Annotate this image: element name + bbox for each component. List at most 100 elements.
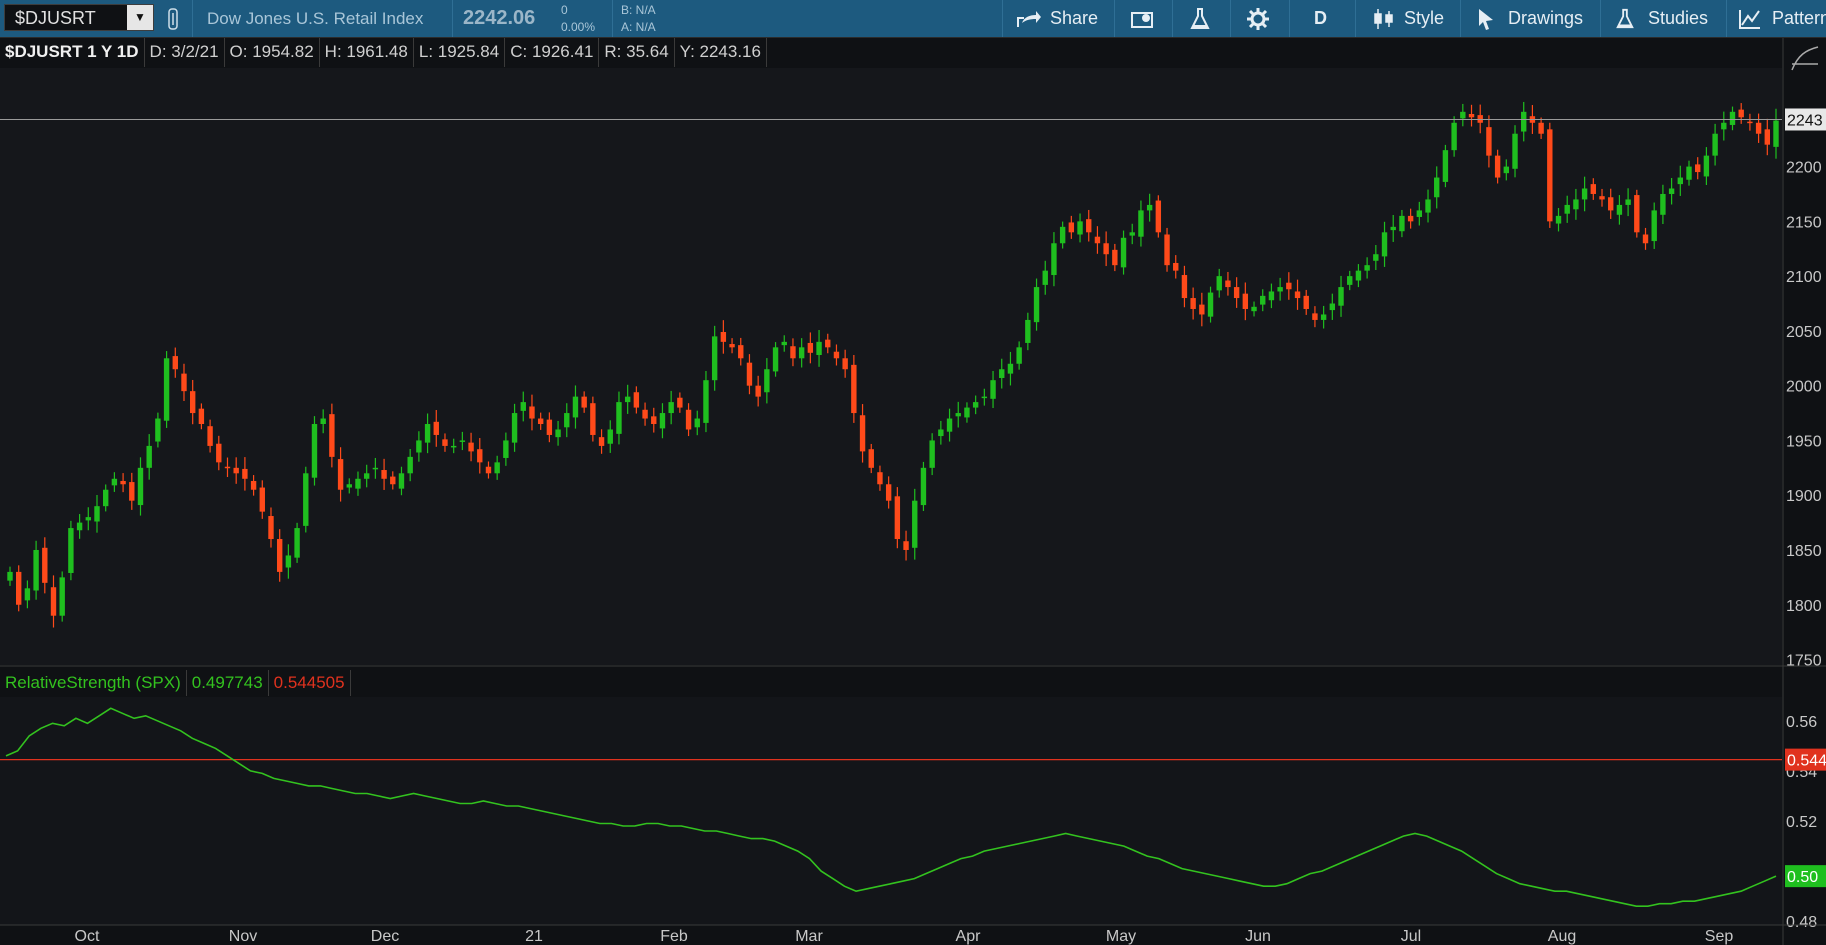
symbol-dropdown-button[interactable]: ▼ [127,5,153,30]
time-tick-label: Mar [795,928,823,945]
time-tick-label: Jul [1401,928,1421,945]
candle [1164,227,1170,272]
candle [1416,201,1423,226]
candle [729,338,735,354]
candle [1225,271,1231,296]
candle [1112,243,1118,272]
candle [1294,279,1301,310]
candle [1668,177,1675,205]
patterns-button[interactable]: Pattern [1738,0,1826,37]
candle [59,571,65,622]
candle [24,580,31,609]
time-tick-label: Apr [956,928,982,945]
candle [94,494,100,533]
candle [912,488,918,560]
candle [529,394,535,431]
candle [189,379,196,425]
candle [120,473,126,493]
time-tick-label: 21 [525,928,543,945]
scale-toggle-icon[interactable] [1791,46,1819,71]
candle [903,530,909,561]
candle [1042,260,1048,295]
candle [233,457,239,484]
studies-button[interactable]: Studies [1614,0,1708,37]
candle [381,458,387,490]
flask-icon [1190,7,1210,29]
study-name[interactable]: RelativeStrength (SPX) [0,670,187,696]
candle [102,484,109,512]
candle [1616,195,1623,225]
candle [1312,306,1318,328]
top-toolbar: $DJUSRT ▼ Dow Jones U.S. Retail Index 22… [0,0,1826,38]
candle [1468,104,1475,127]
candle [468,432,474,462]
candle [1277,277,1283,301]
screenshot-button[interactable] [1130,0,1156,37]
link-icon[interactable] [168,0,184,37]
price-tick-label: 2100 [1786,269,1822,286]
candle [1016,341,1022,370]
rs-tick-label: 0.48 [1786,914,1817,931]
price-axis: 1750 1800 1850 1900 1950 2000 2050 2100 2150 2200 [1786,160,1822,670]
candle [1581,176,1588,212]
change-value: 0 [561,3,568,17]
candle [685,403,692,437]
rs-tick-label: 0.56 [1786,714,1817,731]
candle [859,404,866,463]
candle [1547,122,1553,228]
candle [1155,195,1162,238]
drawings-button[interactable]: Drawings [1476,0,1583,37]
candle [1721,111,1727,141]
candle [703,370,709,433]
rs-last-label: 0.50 [1787,869,1818,886]
candle [1407,208,1414,229]
index-name: Dow Jones U.S. Retail Index [207,8,424,28]
candle [85,507,91,531]
chart-area[interactable]: 1750 1800 1850 1900 1950 2000 2050 2100 2150 2200… [0,0,1826,945]
candle [1007,351,1014,386]
candle [129,472,135,510]
candle [1216,268,1222,298]
candle [1564,195,1570,223]
candle [999,358,1005,389]
style-button[interactable]: Style [1372,0,1444,37]
ref-value-marker [1785,748,1826,771]
share-label: Share [1050,8,1099,28]
candle [1573,188,1579,220]
settings-button[interactable] [1246,0,1270,37]
candle [564,403,570,438]
candle [1303,289,1309,315]
candle [1764,118,1770,156]
candle [303,466,309,533]
candle [146,434,152,480]
study-header: RelativeStrength (SPX) 0.497743 0.544505 [0,670,351,696]
candle [659,403,666,439]
candle [633,386,640,414]
share-button[interactable]: Share [1016,0,1098,37]
price-tick-label: 1750 [1786,653,1822,670]
candle [677,392,683,413]
candle [485,461,492,479]
bid-value: B: N/A [621,3,656,17]
aggregation-button[interactable]: D [1314,0,1327,37]
candle [137,457,144,516]
studies-lab-button[interactable] [1188,0,1212,37]
rs-tick-label: 0.54 [1786,764,1817,781]
candle [981,388,988,406]
candle [1625,188,1631,217]
candle [555,420,561,446]
time-tick-label: Jun [1245,928,1271,945]
price-tick-label: 1900 [1786,488,1822,505]
candle [1068,215,1075,239]
candle [1025,312,1031,351]
camera-icon [1131,11,1153,28]
time-tick-label: May [1106,928,1136,945]
candle [76,514,83,539]
candle [1703,147,1710,185]
share-icon [1017,10,1041,27]
candle [1242,282,1249,321]
candle [972,395,979,415]
candle [1347,270,1353,291]
candle [416,431,422,462]
rs-tick-label: 0.50 [1786,864,1817,881]
